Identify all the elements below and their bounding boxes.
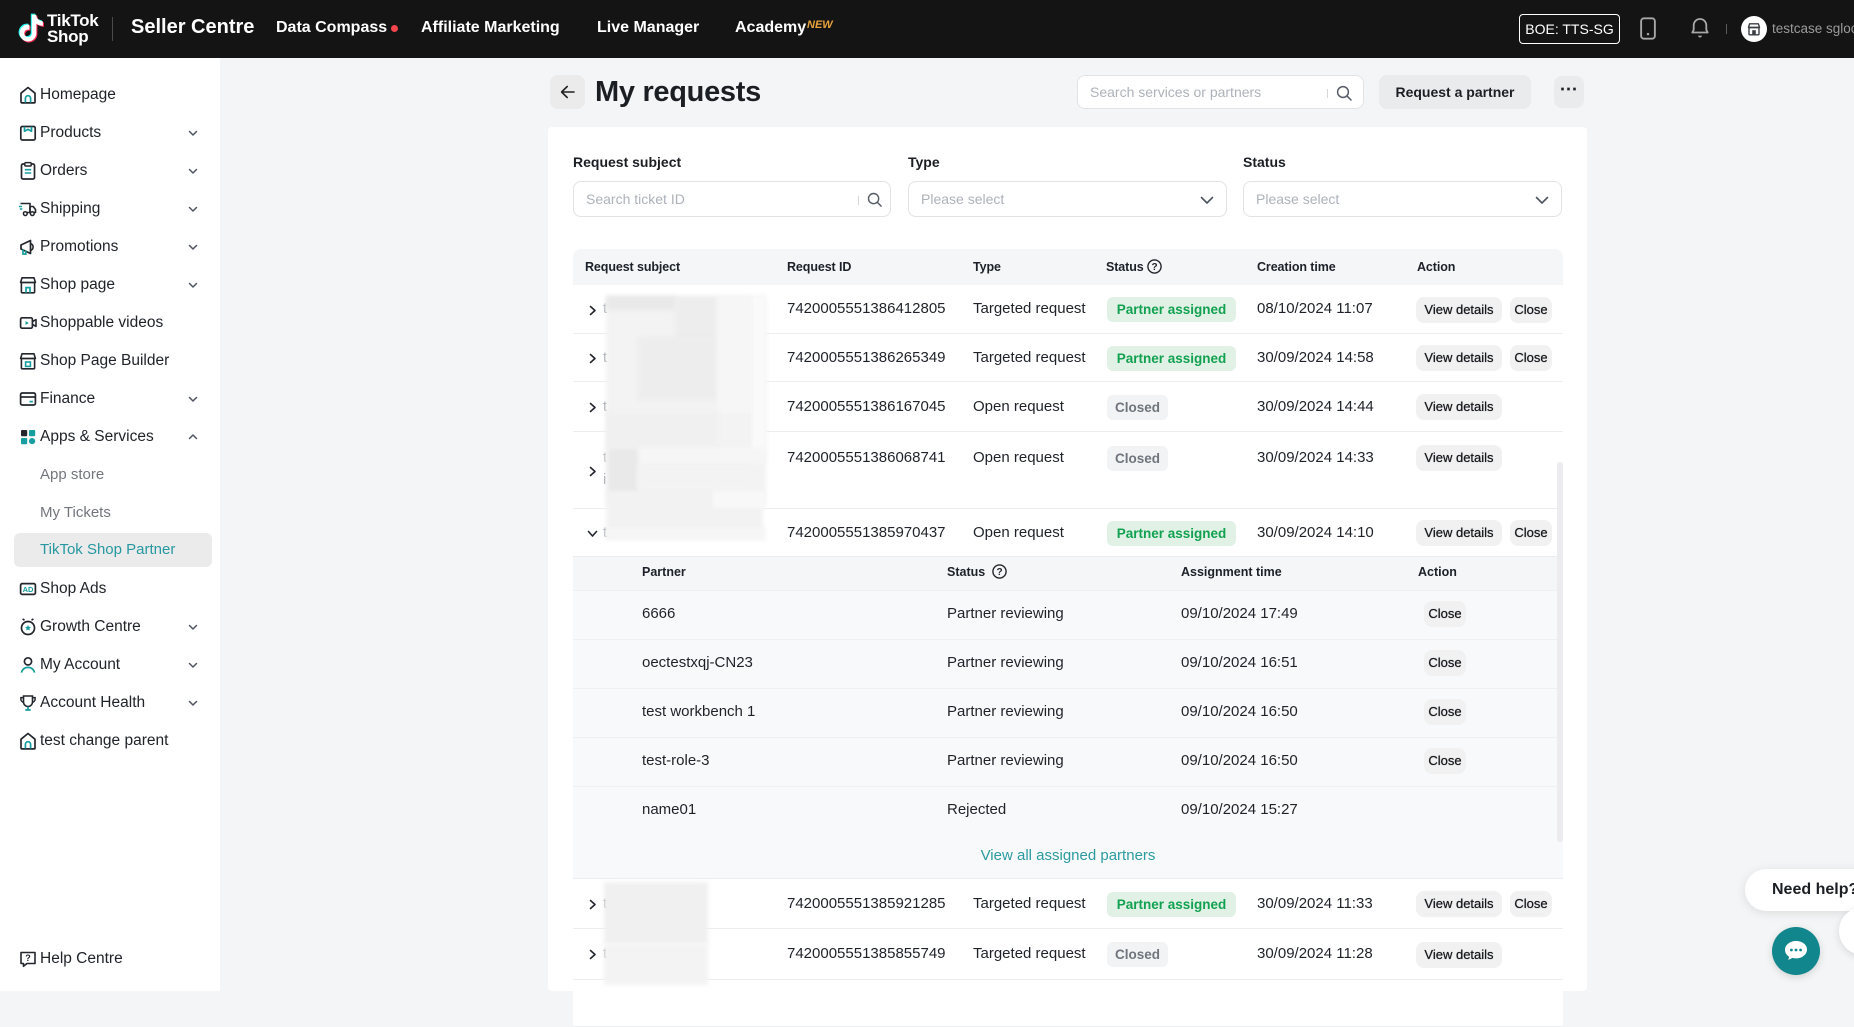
svg-text:AD: AD xyxy=(23,585,34,594)
svg-text:?: ? xyxy=(25,953,31,963)
svg-text:?: ? xyxy=(996,567,1002,578)
svg-text:?: ? xyxy=(1151,262,1157,273)
